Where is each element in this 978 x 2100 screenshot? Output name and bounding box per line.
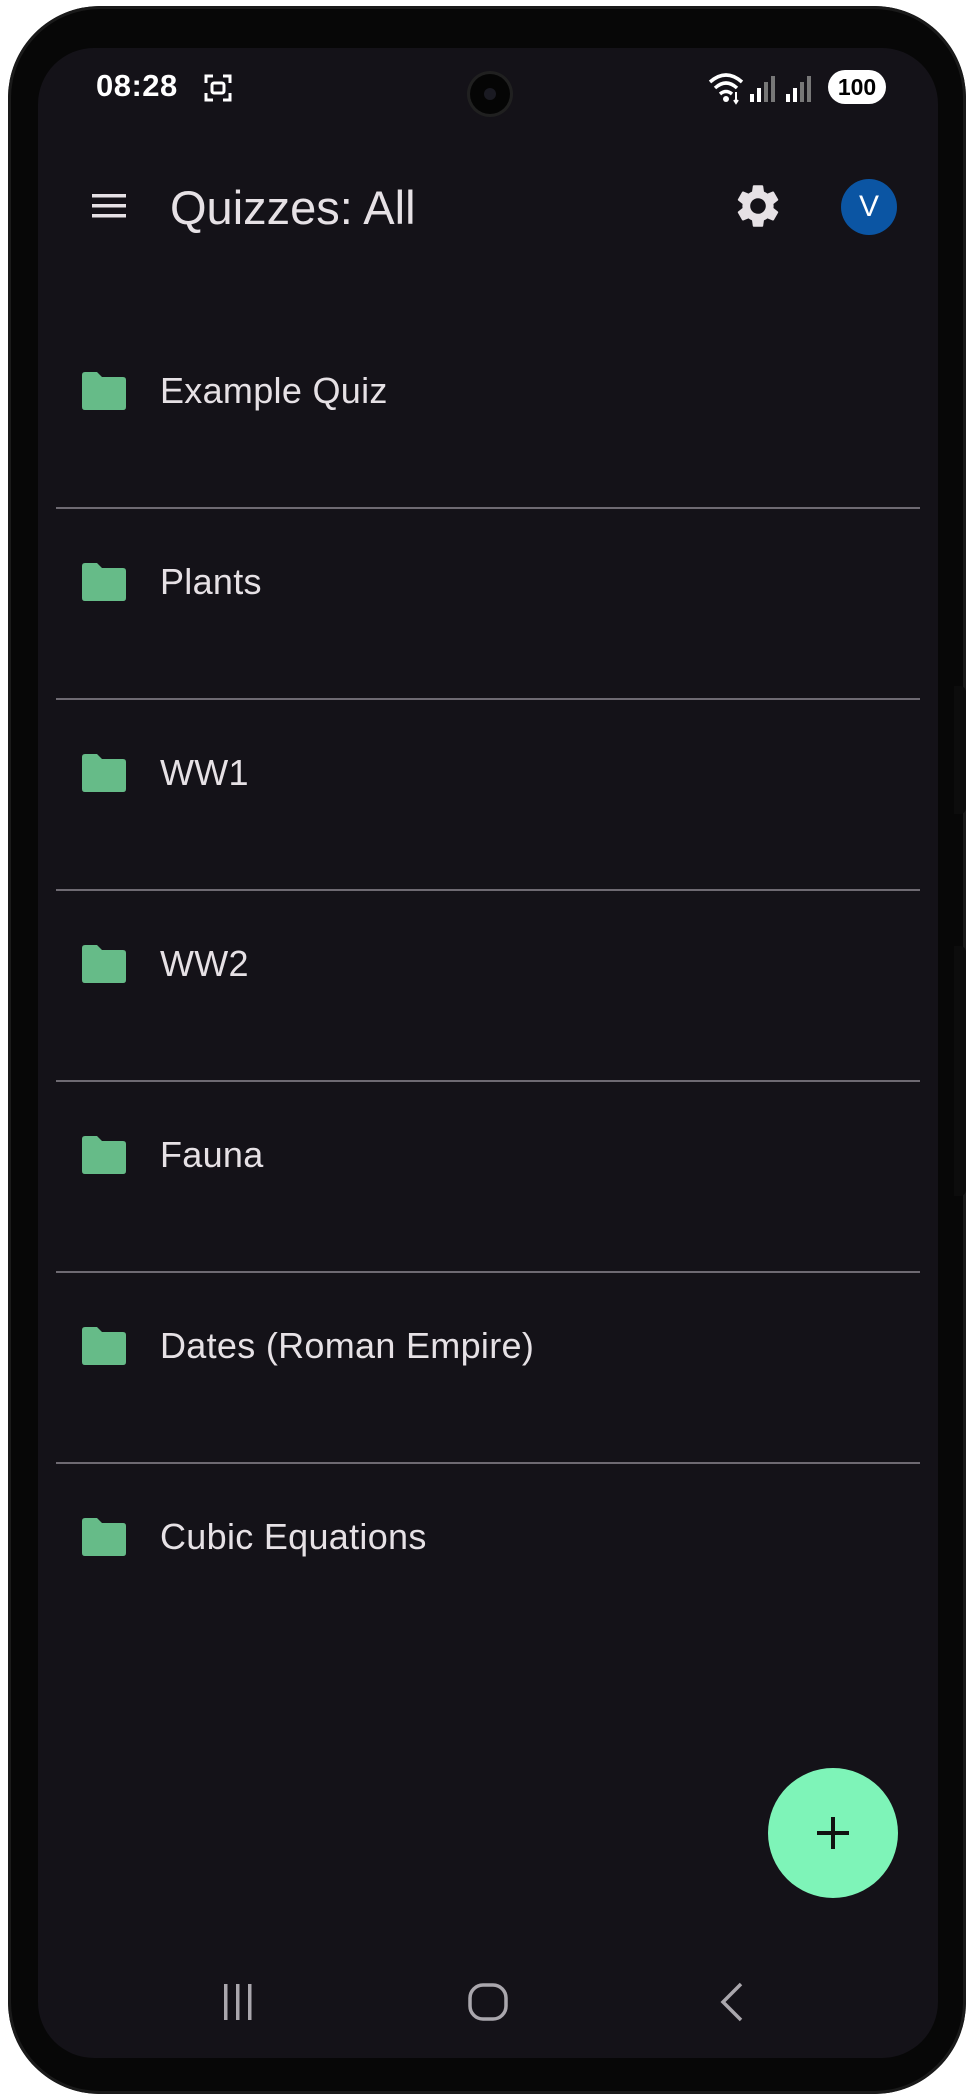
screenshot-icon bbox=[204, 74, 232, 102]
folder-icon bbox=[82, 1136, 126, 1174]
list-item-label: Fauna bbox=[160, 1134, 264, 1175]
app-screen: 08:28 100 Quizzes: All V Example Quiz Pl… bbox=[38, 48, 938, 2058]
list-item-label: WW1 bbox=[160, 752, 249, 793]
list-item-label: Plants bbox=[160, 561, 262, 602]
phone-frame: 08:28 100 Quizzes: All V Example Quiz Pl… bbox=[8, 6, 966, 2094]
folder-icon bbox=[82, 754, 126, 792]
status-bar: 08:28 100 bbox=[38, 48, 938, 128]
signal-icon bbox=[750, 76, 775, 102]
avatar[interactable]: V bbox=[841, 179, 897, 235]
folder-icon bbox=[82, 563, 126, 601]
power-button bbox=[954, 946, 966, 1196]
list-item[interactable]: Plants bbox=[56, 509, 920, 700]
app-bar: Quizzes: All V bbox=[38, 158, 938, 258]
folder-icon bbox=[82, 1327, 126, 1365]
folder-icon bbox=[82, 945, 126, 983]
status-time: 08:28 bbox=[96, 68, 178, 103]
folder-icon bbox=[82, 1518, 126, 1556]
home-icon[interactable] bbox=[466, 1980, 510, 2024]
list-item[interactable]: WW1 bbox=[56, 700, 920, 891]
connectivity-icons bbox=[708, 73, 811, 105]
list-item[interactable]: Example Quiz bbox=[56, 318, 920, 509]
back-icon[interactable] bbox=[713, 1980, 753, 2024]
add-quiz-button[interactable] bbox=[768, 1768, 898, 1898]
battery-indicator: 100 bbox=[828, 70, 886, 104]
wifi-icon bbox=[708, 73, 744, 105]
plus-icon bbox=[817, 1817, 849, 1849]
quiz-list: Example Quiz Plants WW1 WW2 Fauna Dates … bbox=[56, 318, 920, 1653]
list-item[interactable]: WW2 bbox=[56, 891, 920, 1082]
signal-icon bbox=[786, 76, 811, 102]
list-item[interactable]: Fauna bbox=[56, 1082, 920, 1273]
system-nav-bar bbox=[38, 1968, 938, 2048]
list-item-label: WW2 bbox=[160, 943, 249, 984]
menu-icon[interactable] bbox=[90, 186, 130, 226]
front-camera bbox=[470, 74, 510, 114]
list-item-label: Dates (Roman Empire) bbox=[160, 1325, 535, 1366]
folder-icon bbox=[82, 372, 126, 410]
volume-button bbox=[954, 686, 966, 814]
recents-icon[interactable] bbox=[218, 1980, 258, 2024]
list-item[interactable]: Cubic Equations bbox=[56, 1464, 920, 1653]
page-title: Quizzes: All bbox=[170, 181, 416, 234]
list-item-label: Cubic Equations bbox=[160, 1516, 427, 1557]
list-item[interactable]: Dates (Roman Empire) bbox=[56, 1273, 920, 1464]
gear-icon[interactable] bbox=[732, 180, 784, 232]
list-item-label: Example Quiz bbox=[160, 370, 388, 411]
